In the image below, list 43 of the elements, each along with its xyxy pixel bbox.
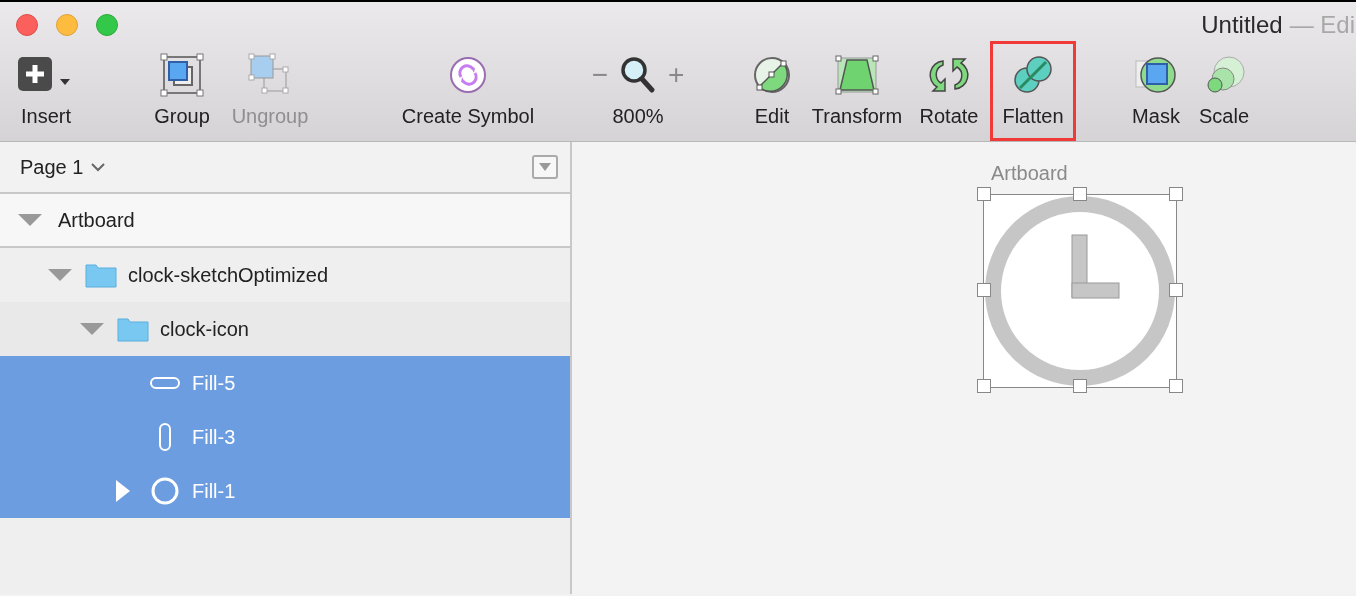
artboard[interactable] [983, 194, 1177, 388]
sync-circle-icon [448, 55, 488, 95]
close-button[interactable] [16, 13, 38, 36]
capsule-icon [150, 377, 180, 389]
collapse-button[interactable] [532, 155, 558, 179]
window-title: Untitled [1201, 9, 1283, 40]
window-subtitle: — Edi [1289, 9, 1355, 40]
transform-button[interactable]: Transform [802, 53, 912, 131]
page-selector[interactable]: Page 1 [20, 152, 106, 182]
edit-button[interactable]: Edit [742, 53, 802, 131]
layer-row[interactable]: clock-icon [0, 302, 570, 356]
folder-icon [117, 316, 149, 342]
group-button[interactable]: Group [140, 53, 224, 131]
capsule-icon [159, 423, 171, 451]
resize-handle[interactable] [1169, 283, 1183, 297]
zoom-button[interactable] [96, 13, 118, 36]
triangle-down-icon [539, 163, 551, 171]
resize-handle[interactable] [1169, 379, 1183, 393]
resize-handle[interactable] [1073, 187, 1087, 201]
group-icon [160, 53, 204, 97]
symbol-button[interactable]: Create Symbol [388, 53, 548, 131]
mask-button[interactable]: Mask [1124, 53, 1188, 131]
artboard-label: Artboard [991, 161, 1068, 186]
scale-button[interactable]: Scale [1194, 53, 1254, 131]
ungroup-icon [248, 53, 292, 97]
magnifier-icon [620, 56, 656, 94]
rotate-button[interactable]: Rotate [912, 53, 986, 131]
flatten-shapes-icon [1012, 55, 1054, 95]
flatten-button[interactable]: Flatten [990, 41, 1076, 141]
resize-handle[interactable] [977, 283, 991, 297]
resize-handle[interactable] [1073, 379, 1087, 393]
folder-icon [85, 262, 117, 288]
minimize-button[interactable] [56, 13, 78, 36]
resize-handle[interactable] [977, 379, 991, 393]
chevron-down-icon [91, 162, 106, 172]
layer-row[interactable]: Artboard [0, 194, 570, 248]
resize-handle[interactable] [1169, 187, 1183, 201]
insert-button[interactable]: Insert [0, 53, 92, 131]
transform-icon [835, 55, 879, 95]
ring-icon [150, 476, 180, 506]
edit-shape-icon [752, 55, 792, 95]
resize-handle[interactable] [977, 187, 991, 201]
mask-icon [1134, 55, 1178, 95]
